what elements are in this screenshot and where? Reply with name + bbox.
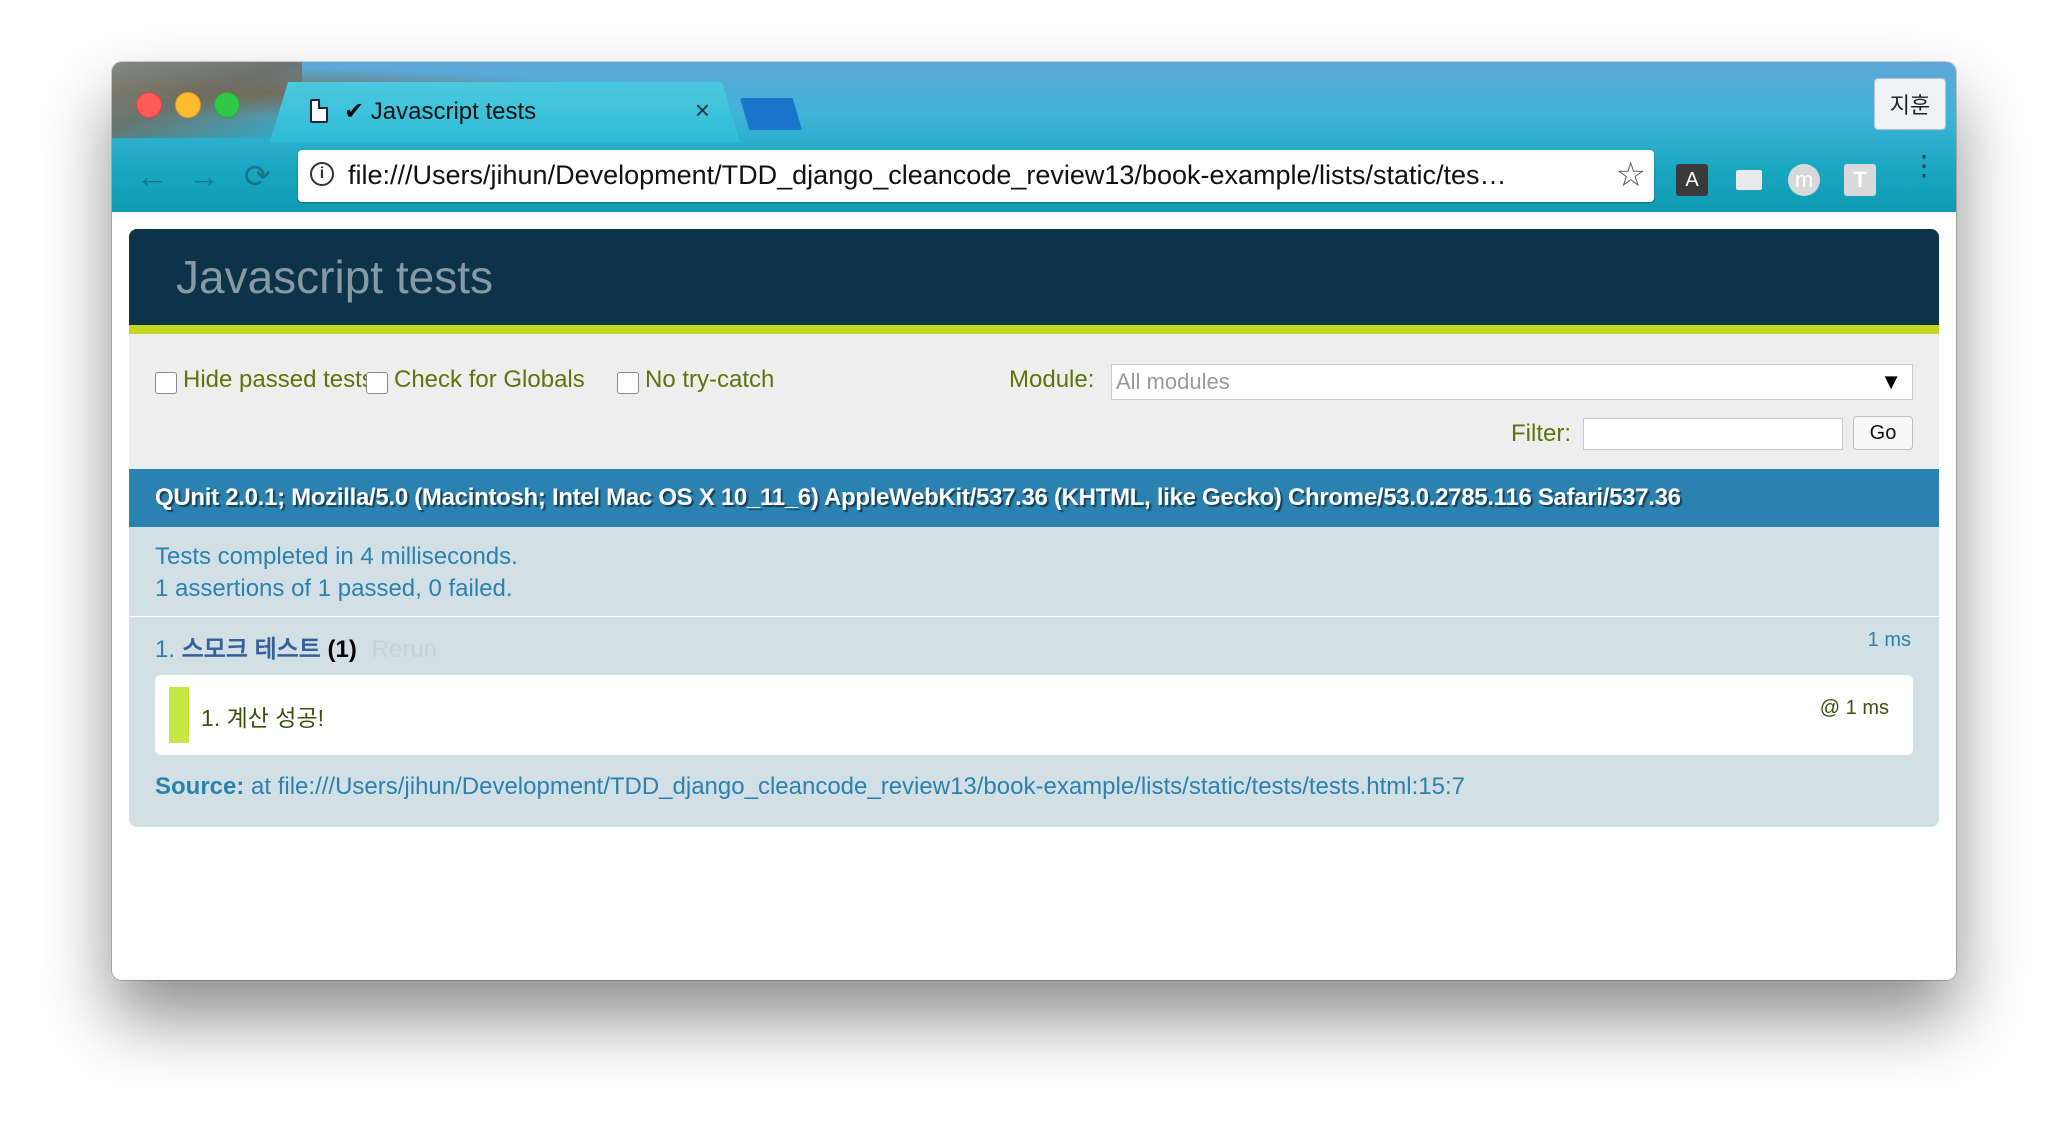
module-select[interactable]: All modules ▼ [1111,364,1913,400]
pass-marker [169,687,189,743]
module-select-value: All modules [1116,369,1230,394]
rerun-link[interactable]: Rerun [372,636,437,663]
page-content: Javascript tests Hide passed tests Check… [112,212,1956,980]
hide-passed-checkbox[interactable]: Hide passed tests [155,366,374,394]
new-tab-button[interactable] [740,98,802,130]
qunit-header[interactable]: Javascript tests [129,229,1939,334]
close-window-button[interactable] [136,92,162,118]
forward-arrow-icon[interactable]: → [188,158,220,194]
zoom-window-button[interactable] [214,92,240,118]
bookmark-star-icon[interactable]: ☆ [1616,156,1646,194]
module-label: Module: [1009,366,1095,393]
no-try-catch-box[interactable] [617,372,639,394]
test-source: Source: at file:///Users/jihun/Developme… [155,773,1465,801]
qunit-test-result: Tests completed in 4 milliseconds. 1 ass… [129,527,1939,617]
address-bar-url[interactable]: file:///Users/jihun/Development/TDD_djan… [348,160,1507,191]
extension-m-icon[interactable]: m [1788,164,1820,196]
qunit-panel: Javascript tests Hide passed tests Check… [129,229,1939,827]
browser-chrome: ✔ Javascript tests × 지훈 ← → ⟳ i file:///… [112,62,1956,212]
qunit-toolbar: Hide passed tests Check for Globals No t… [129,334,1939,469]
test-item[interactable]: 1. 스모크 테스트 (1) Rerun 1 ms 1. 계산 성공! @ 1 … [129,617,1939,823]
browser-toolbar: ← → ⟳ i file:///Users/jihun/Development/… [112,142,1956,212]
tests-completed-text: Tests completed in 4 milliseconds. [155,543,518,570]
info-icon[interactable]: i [310,162,334,186]
minimize-window-button[interactable] [175,92,201,118]
hide-passed-label[interactable]: Hide passed tests [183,366,374,394]
source-label: Source: [155,773,245,800]
browser-tab[interactable]: ✔ Javascript tests × [270,82,740,142]
assertion-message: 1. 계산 성공! [201,705,324,731]
no-try-catch-label[interactable]: No try-catch [645,366,774,394]
test-name[interactable]: 스모크 테스트 [182,636,321,663]
assertion-item: 1. 계산 성공! @ 1 ms [155,675,1913,755]
test-counts: (1) [327,636,357,663]
test-header[interactable]: 1. 스모크 테스트 (1) Rerun [155,629,437,664]
hide-passed-box[interactable] [155,372,177,394]
go-button[interactable]: Go [1853,416,1913,450]
extension-mail-icon[interactable] [1736,170,1762,190]
reload-icon[interactable]: ⟳ [244,158,271,194]
test-runtime: 1 ms [1867,629,1911,651]
back-arrow-icon[interactable]: ← [136,158,168,194]
tab-close-icon[interactable]: × [695,96,710,124]
extension-a-icon[interactable]: A [1676,164,1708,196]
no-try-catch-checkbox[interactable]: No try-catch [617,366,774,394]
assertions-summary-text: 1 assertions of 1 passed, 0 failed. [155,575,513,602]
test-index: 1. [155,636,182,663]
dropdown-arrow-icon: ▼ [1880,369,1902,394]
profile-button[interactable]: 지훈 [1874,78,1946,130]
check-globals-checkbox[interactable]: Check for Globals [366,366,585,394]
assertion-runtime: @ 1 ms [1819,697,1889,719]
menu-icon[interactable]: ⋮ [1910,152,1938,180]
tab-title: ✔ Javascript tests [344,98,537,125]
extension-t-icon[interactable]: T [1844,164,1876,196]
check-globals-box[interactable] [366,372,388,394]
address-bar[interactable]: i file:///Users/jihun/Development/TDD_dj… [298,150,1654,202]
source-path: at file:///Users/jihun/Development/TDD_d… [251,773,1465,800]
check-globals-label[interactable]: Check for Globals [394,366,585,394]
page-icon [310,99,328,123]
filter-label: Filter: [1511,420,1571,447]
filter-input[interactable] [1583,418,1843,450]
browser-window: ✔ Javascript tests × 지훈 ← → ⟳ i file:///… [112,62,1956,980]
qunit-user-agent: QUnit 2.0.1; Mozilla/5.0 (Macintosh; Int… [129,469,1939,527]
